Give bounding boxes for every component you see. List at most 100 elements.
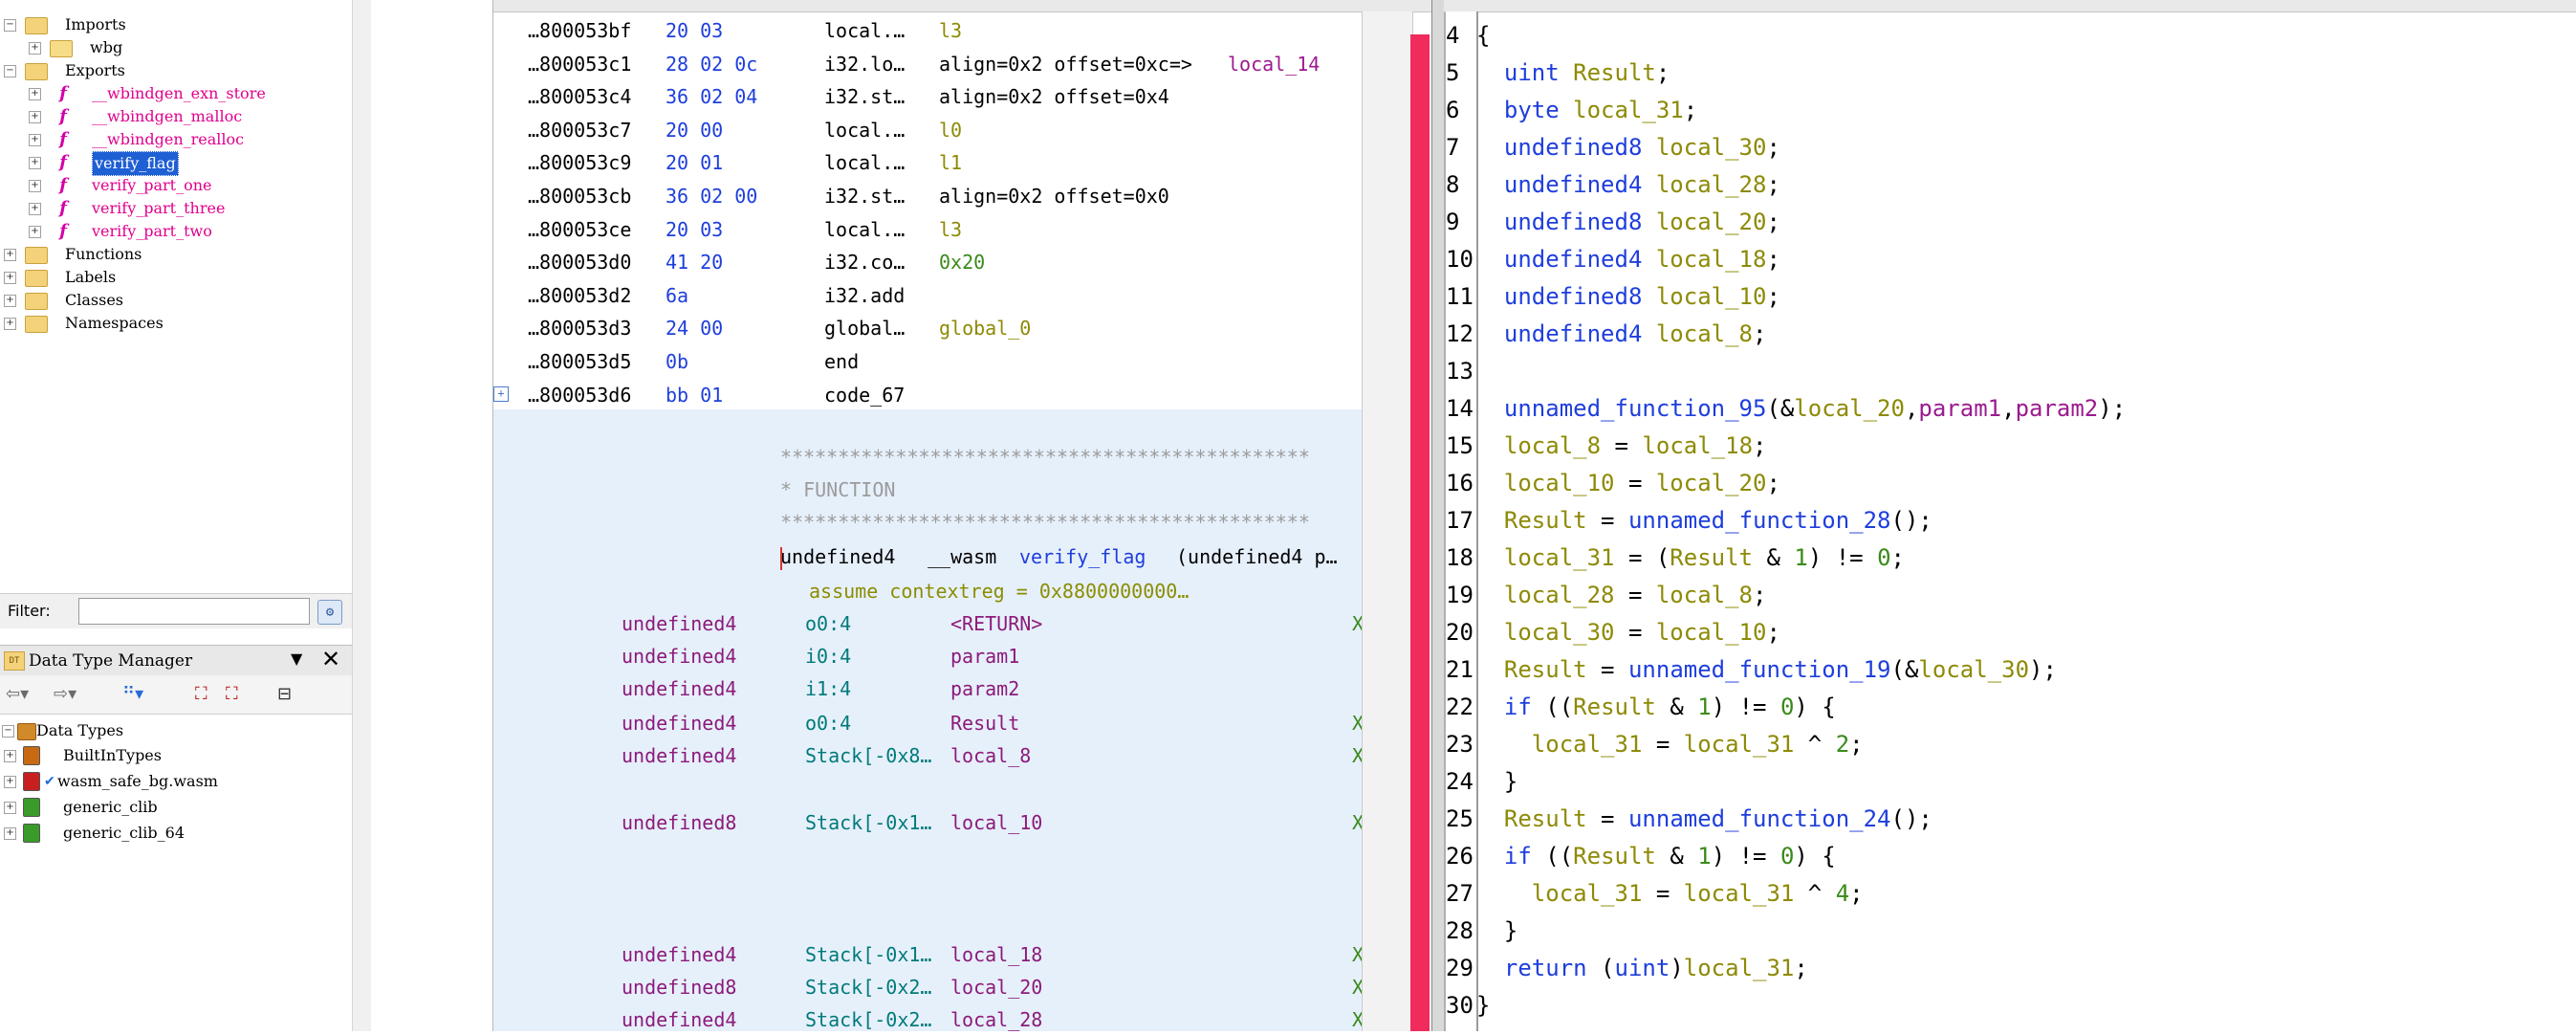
variable-type[interactable]: undefined8 [622, 972, 736, 1002]
code-text[interactable]: undefined4 local_28; [1476, 171, 1780, 198]
decompiler-line[interactable]: 22 if ((Result & 1) != 0) { [1446, 689, 1836, 726]
decompiler-line[interactable]: 13 [1446, 353, 1476, 390]
close-icon[interactable]: ✕ [321, 646, 340, 672]
instruction-address[interactable]: …800053d5 [528, 346, 631, 377]
decompiler-line[interactable]: 7 undefined8 local_30; [1446, 129, 1780, 166]
instruction-address[interactable]: …800053c4 [528, 81, 631, 112]
instruction-bytes[interactable]: 6a [666, 280, 688, 311]
signature-convention[interactable]: __wasm [928, 541, 996, 572]
instruction-operands[interactable]: l3 [939, 214, 962, 245]
decompiler-line[interactable]: 18 local_31 = (Result & 1) != 0; [1446, 540, 1905, 577]
variable-type[interactable]: undefined4 [622, 740, 736, 771]
back-arrow-icon[interactable]: ⇦▾ [6, 683, 29, 706]
symbol-tree-item[interactable]: + f verify_part_two [29, 220, 344, 243]
symbol-tree-item[interactable]: + f verify_flag [29, 151, 344, 176]
symbol-tree-item[interactable]: + Classes [4, 289, 344, 312]
symbol-tree-item[interactable]: + Functions [4, 243, 344, 266]
decompiler-line[interactable]: 15 local_8 = local_18; [1446, 428, 1766, 465]
variable-storage[interactable]: Stack[-0x1… [805, 939, 931, 970]
filter-arrays-icon[interactable]: ⛶ [195, 683, 207, 706]
data-type-archive-item[interactable]: + wasm_safe_bg.wasm ✔ [4, 770, 348, 793]
variable-storage[interactable]: Stack[-0x2… [805, 1004, 931, 1035]
code-text[interactable]: Result = unnamed_function_24(); [1476, 805, 1932, 832]
expand-toggle-icon[interactable]: + [29, 157, 41, 169]
instruction-mnemonic[interactable]: code_67 [824, 380, 905, 410]
variable-type[interactable]: undefined4 [622, 708, 736, 738]
variable-type[interactable]: undefined4 [622, 641, 736, 672]
instruction-address[interactable]: …800053d2 [528, 280, 631, 311]
instruction-address[interactable]: …800053d0 [528, 247, 631, 277]
decompiler-line[interactable]: 19 local_28 = local_8; [1446, 577, 1766, 614]
symbol-tree-item[interactable]: + f __wbindgen_exn_store [29, 82, 344, 105]
instruction-bytes[interactable]: bb 01 [666, 380, 723, 410]
expand-toggle-icon[interactable]: + [4, 249, 16, 261]
filter-pointers-icon[interactable]: ⛶ [226, 683, 238, 706]
variable-storage[interactable]: i0:4 [805, 641, 851, 672]
instruction-mnemonic[interactable]: local.… [824, 214, 905, 245]
decompiler-line[interactable]: 29 return (uint)local_31; [1446, 950, 1808, 987]
decompiler-line[interactable]: 5 uint Result; [1446, 55, 1670, 92]
expand-toggle-icon[interactable]: + [29, 180, 41, 192]
variable-name[interactable]: local_10 [950, 807, 1042, 838]
variable-type[interactable]: undefined4 [622, 673, 736, 704]
instruction-mnemonic[interactable]: local.… [824, 15, 905, 46]
symbol-tree-item[interactable]: + wbg [29, 36, 344, 59]
decompiler-line[interactable]: 28 } [1446, 913, 1517, 950]
instruction-mnemonic[interactable]: i32.add [824, 280, 905, 311]
function-banner-stars[interactable]: ****************************************… [780, 442, 1310, 473]
instruction-bytes[interactable]: 20 03 [666, 15, 723, 46]
variable-name[interactable]: local_28 [950, 1004, 1042, 1035]
instruction-mnemonic[interactable]: global… [824, 313, 905, 343]
code-text[interactable]: if ((Result & 1) != 0) { [1476, 843, 1836, 870]
decompiler-line[interactable]: 23 local_31 = local_31 ^ 2; [1446, 726, 1864, 763]
decompiler-line[interactable]: 16 local_10 = local_20; [1446, 465, 1780, 502]
instruction-bytes[interactable]: 28 02 0c [666, 49, 757, 79]
instruction-operands[interactable]: l1 [939, 147, 962, 178]
decompiler-line[interactable]: 12 undefined4 local_8; [1446, 316, 1766, 353]
forward-arrow-icon[interactable]: ⇨▾ [54, 683, 76, 706]
decompiler-line[interactable]: 20 local_30 = local_10; [1446, 614, 1780, 651]
symbol-tree-item[interactable]: + f verify_part_three [29, 197, 344, 220]
decompiler-line[interactable]: 9 undefined8 local_20; [1446, 204, 1780, 241]
instruction-mnemonic[interactable]: i32.co… [824, 247, 905, 277]
instruction-bytes[interactable]: 20 00 [666, 115, 723, 145]
code-text[interactable]: byte local_31; [1476, 97, 1697, 123]
code-text[interactable]: } [1476, 992, 1490, 1019]
operand-reference[interactable]: local_14 [1228, 49, 1320, 79]
instruction-address[interactable]: …800053bf [528, 15, 631, 46]
instruction-address[interactable]: …800053cb [528, 181, 631, 211]
symbol-tree-item[interactable]: − Imports [4, 13, 344, 36]
data-type-archive-item[interactable]: + generic_clib [4, 796, 348, 819]
code-text[interactable]: unnamed_function_95(&local_20,param1,par… [1476, 395, 2126, 422]
expand-toggle-icon[interactable]: − [4, 65, 16, 77]
instruction-mnemonic[interactable]: end [824, 346, 859, 377]
symbol-tree-item[interactable]: + Namespaces [4, 312, 344, 335]
variable-name[interactable]: local_8 [950, 740, 1031, 771]
decompiler-line[interactable]: 26 if ((Result & 1) != 0) { [1446, 838, 1836, 875]
decompiler-line[interactable]: 21 Result = unnamed_function_19(&local_3… [1446, 651, 2057, 689]
instruction-operands[interactable]: l0 [939, 115, 962, 145]
expand-toggle-icon[interactable]: + [4, 750, 16, 762]
code-text[interactable]: uint Result; [1476, 59, 1670, 86]
expand-toggle-icon[interactable]: + [29, 134, 41, 146]
decompiler-line[interactable]: 24 } [1446, 763, 1517, 801]
expand-toggle-icon[interactable]: + [4, 272, 16, 284]
expand-toggle-icon[interactable]: − [2, 725, 14, 738]
code-text[interactable]: } [1476, 768, 1517, 795]
code-text[interactable]: local_28 = local_8; [1476, 582, 1767, 608]
data-type-archive-item[interactable]: + BuiltInTypes [4, 744, 348, 767]
decompiler-line[interactable]: 6 byte local_31; [1446, 92, 1697, 129]
symbol-tree-item[interactable]: + f verify_part_one [29, 174, 344, 197]
variable-storage[interactable]: Stack[-0x1… [805, 807, 931, 838]
instruction-mnemonic[interactable]: i32.st… [824, 181, 905, 211]
instruction-operands[interactable]: align=0x2 offset=0x0 [939, 181, 1169, 211]
decompiler-line[interactable]: 14 unnamed_function_95(&local_20,param1,… [1446, 390, 2126, 428]
collapse-all-icon[interactable]: ⊟ [277, 683, 292, 706]
variable-name[interactable]: Result [950, 708, 1019, 738]
expand-function-icon[interactable]: + [493, 386, 509, 402]
code-text[interactable]: if ((Result & 1) != 0) { [1476, 694, 1836, 720]
signature-function-name[interactable]: verify_flag [1019, 541, 1146, 572]
instruction-operands[interactable]: global_0 [939, 313, 1031, 343]
symbol-tree-item[interactable]: + Labels [4, 266, 344, 289]
variable-name[interactable]: <RETURN> [950, 608, 1042, 639]
